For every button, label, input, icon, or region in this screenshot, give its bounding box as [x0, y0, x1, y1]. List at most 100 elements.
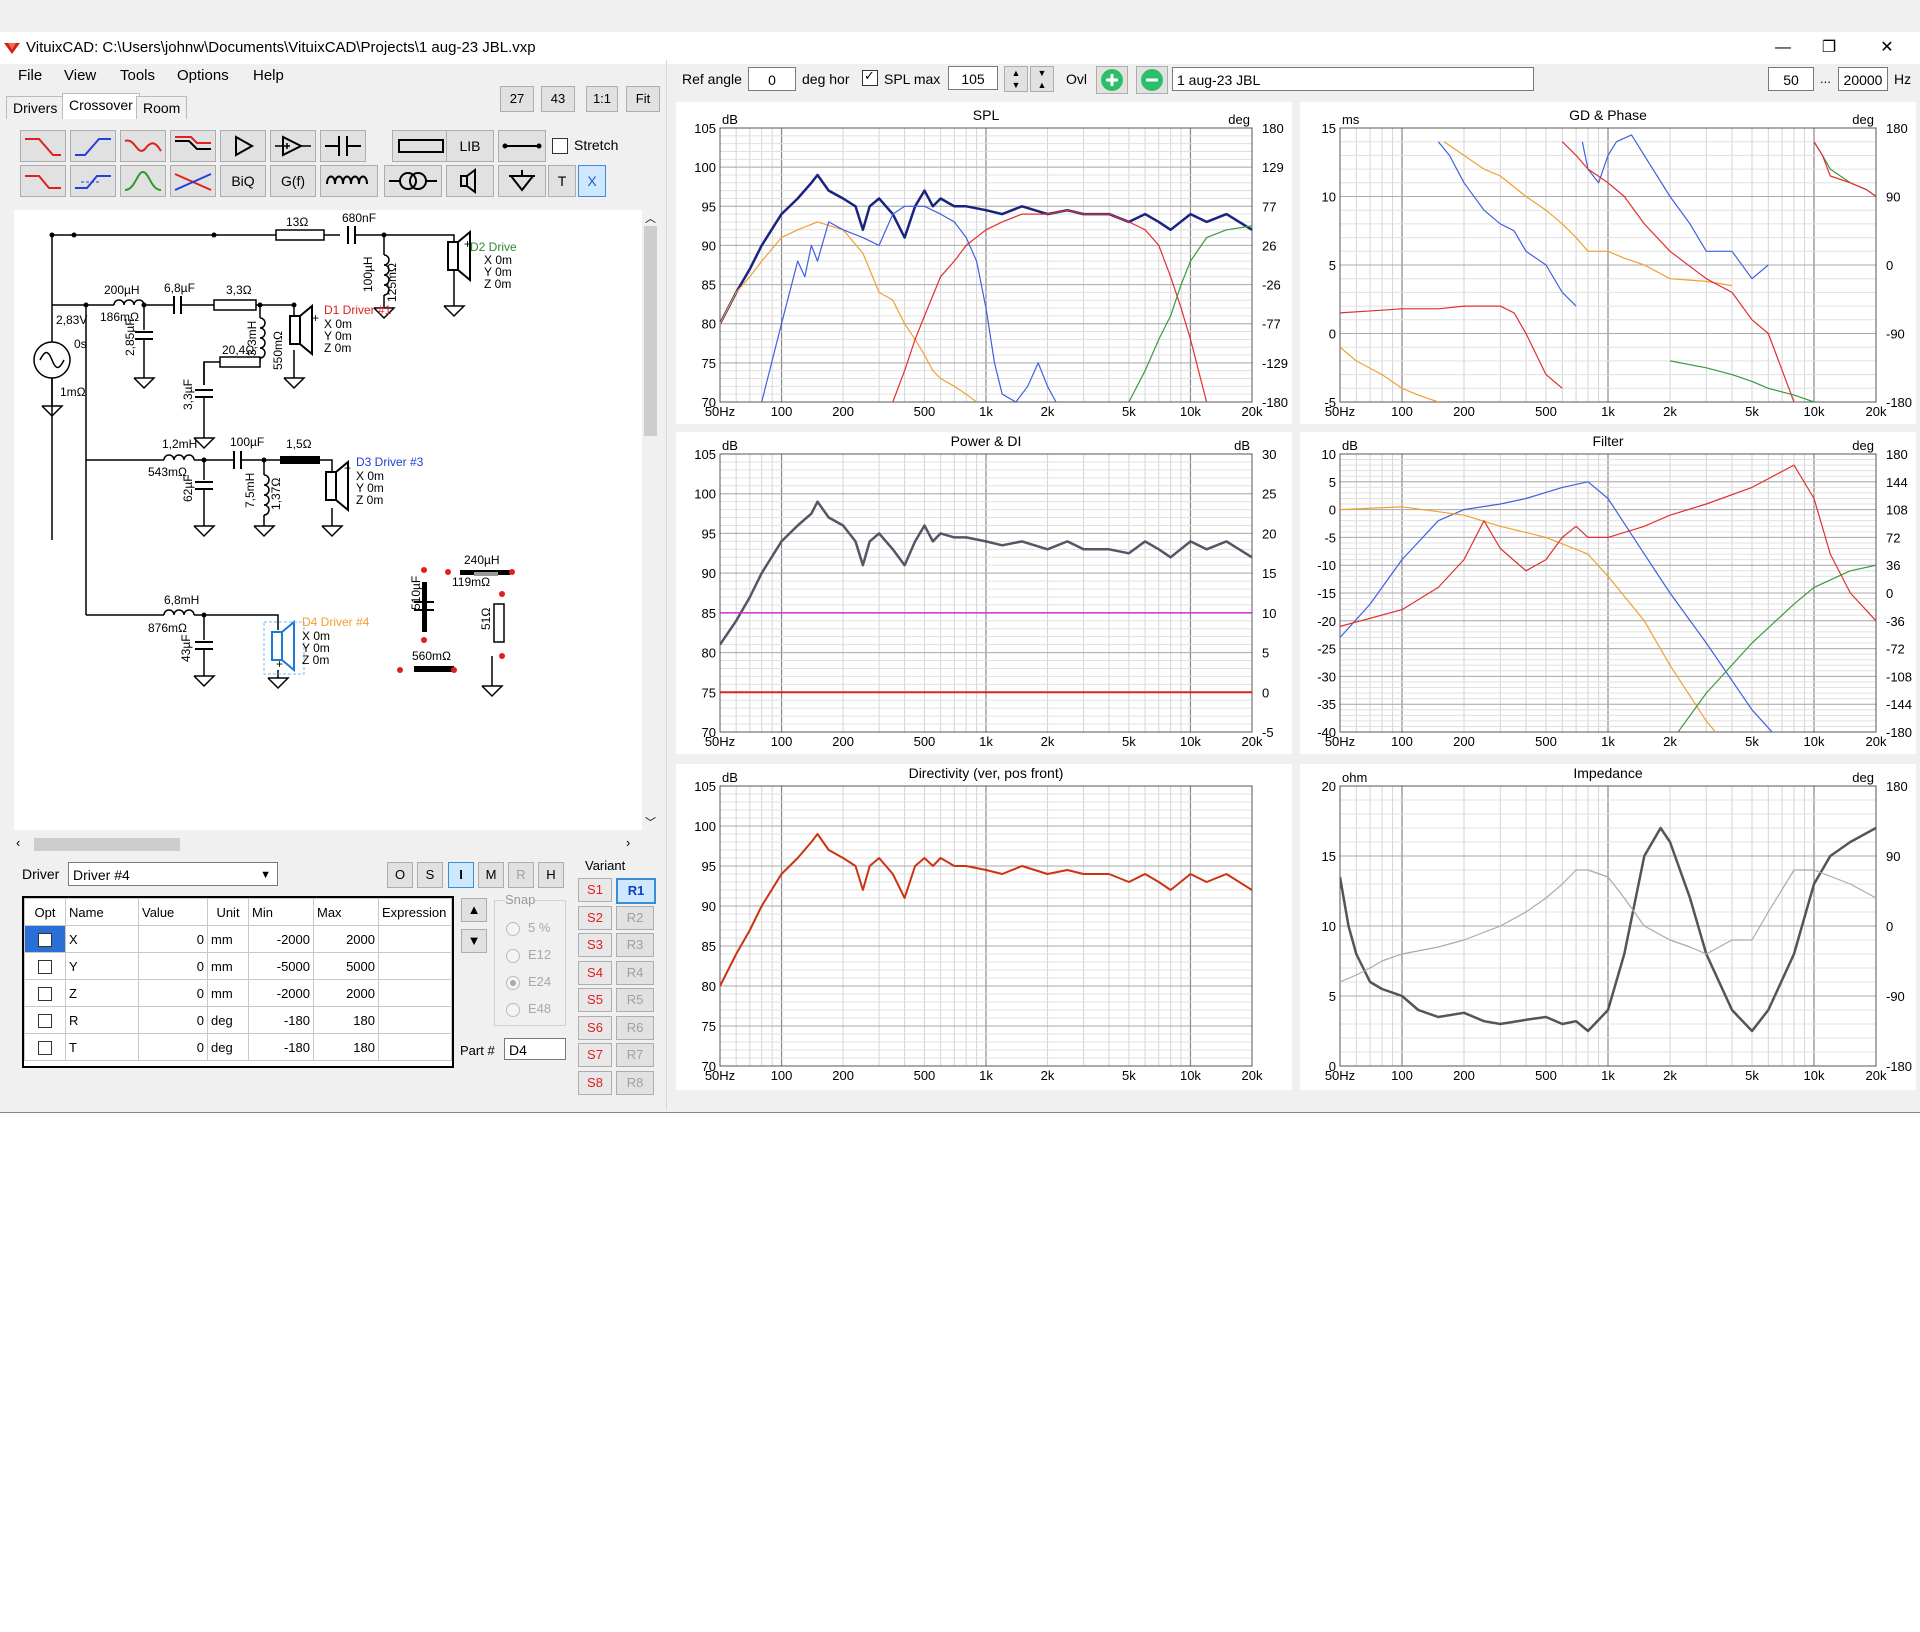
checkbox[interactable] — [38, 1040, 52, 1055]
opt-checkbox[interactable] — [24, 952, 66, 980]
minimize-button[interactable]: — — [1760, 34, 1806, 62]
table-row[interactable]: T 0 deg -180 180 — [24, 1033, 452, 1061]
freq-max-input[interactable]: 20000 — [1838, 67, 1888, 91]
terminal-dot[interactable] — [451, 667, 457, 673]
close-button[interactable]: ✕ — [1864, 34, 1910, 62]
param-min[interactable]: -2000 — [248, 925, 314, 953]
resistor-tool[interactable] — [392, 130, 450, 162]
param-max[interactable]: 5000 — [313, 952, 379, 980]
resistor[interactable] — [275, 229, 325, 241]
table-row[interactable]: R 0 deg -180 180 — [24, 1006, 452, 1034]
param-max[interactable]: 180 — [313, 1006, 379, 1034]
chart-filter[interactable]: Filter dB deg 10 5 0 -5 -10 -15 -20 -25 -30 -35 -40 18… — [1300, 432, 1916, 754]
zoom-fit-button[interactable]: Fit — [626, 86, 660, 112]
variant-r-button[interactable]: R7 — [616, 1043, 654, 1067]
spl-max-checkbox[interactable]: ✓ — [862, 68, 878, 86]
param-value[interactable]: 0 — [138, 925, 208, 953]
table-row[interactable]: Y 0 mm -5000 5000 — [24, 952, 452, 980]
scroll-down-icon[interactable]: ﹀ — [645, 814, 656, 830]
horizontal-scroll-thumb[interactable] — [34, 838, 180, 851]
terminal-dot[interactable] — [421, 637, 427, 643]
variant-s-button[interactable]: S5 — [578, 988, 612, 1012]
delete-tool[interactable]: X — [578, 165, 606, 197]
capacitor[interactable] — [347, 226, 356, 244]
chart-directivity[interactable]: Directivity (ver, pos front) dB 105 100 95 90… — [676, 764, 1292, 1090]
highpass-filter-tool[interactable] — [70, 130, 116, 162]
resistor[interactable] — [219, 356, 261, 368]
variant-r-button[interactable]: R1 — [616, 878, 656, 904]
checkbox[interactable] — [38, 1013, 52, 1028]
chart-spl[interactable]: SPL dB deg 105 100 95 90 85 80 75 70 180 129 77 26 -26-… — [676, 102, 1292, 424]
vertical-scroll-thumb[interactable] — [644, 226, 657, 436]
snap-radio[interactable] — [506, 1003, 520, 1017]
chart-canvas[interactable]: SPLdB deg1051009590858075701801297726-26-… — [676, 102, 1292, 424]
chart-canvas[interactable]: GD & Phasems deg151050-5180900-90-18050Hz… — [1300, 102, 1916, 424]
notch-filter-tool[interactable] — [170, 165, 216, 197]
param-max[interactable]: 2000 — [313, 979, 379, 1007]
shelf-filter-tool[interactable] — [170, 130, 216, 162]
variant-s-button[interactable]: S1 — [578, 878, 612, 902]
capacitor[interactable] — [233, 451, 242, 469]
param-expression[interactable] — [378, 952, 452, 980]
tab-room[interactable]: Room — [136, 96, 188, 119]
scroll-left-icon[interactable]: ‹ — [16, 835, 20, 850]
terminal-dot[interactable] — [499, 591, 505, 597]
param-expression[interactable] — [378, 1006, 452, 1034]
scroll-right-icon[interactable]: › — [626, 835, 630, 850]
inductor[interactable] — [113, 299, 145, 306]
highpass-1st-tool[interactable] — [70, 165, 116, 197]
param-min[interactable]: -180 — [248, 1033, 314, 1061]
amplifier-tool[interactable] — [270, 130, 316, 162]
spl-max-input[interactable]: 105 — [948, 66, 998, 90]
opt-checkbox[interactable] — [24, 979, 66, 1007]
menu-view[interactable]: View — [64, 67, 96, 84]
zoom-1to1-button[interactable]: 1:1 — [586, 86, 618, 112]
bandpass-filter-tool[interactable] — [120, 165, 166, 197]
variant-s-button[interactable]: S7 — [578, 1043, 612, 1067]
part-number-input[interactable]: D4 — [504, 1038, 566, 1060]
param-expression[interactable] — [378, 979, 452, 1007]
variant-s-button[interactable]: S4 — [578, 960, 612, 985]
param-expression[interactable] — [378, 1033, 452, 1061]
transfer-function-tool[interactable]: G(f) — [270, 165, 316, 197]
snap-radio[interactable] — [506, 949, 520, 963]
param-max[interactable]: 2000 — [313, 925, 379, 953]
schematic-horizontal-scrollbar[interactable]: ‹ › — [14, 835, 642, 853]
lowpass-1st-tool[interactable] — [20, 165, 66, 197]
capacitor[interactable] — [173, 296, 182, 314]
param-value[interactable]: 0 — [138, 952, 208, 980]
biquad-tool[interactable]: BiQ — [220, 165, 266, 197]
variant-r-button[interactable]: R2 — [616, 905, 654, 930]
variant-s-button[interactable]: S6 — [578, 1015, 612, 1040]
terminal-dot[interactable] — [397, 667, 403, 673]
param-min[interactable]: -180 — [248, 1006, 314, 1034]
checkbox[interactable] — [38, 986, 52, 1001]
mode-s-button[interactable]: S — [417, 862, 443, 888]
terminal-dot[interactable] — [509, 569, 515, 575]
terminal-dot[interactable] — [499, 653, 505, 659]
move-up-button[interactable]: ▲ — [461, 898, 487, 922]
library-tool[interactable]: LIB — [446, 130, 494, 162]
tab-crossover[interactable]: Crossover — [62, 93, 140, 119]
opt-checkbox[interactable] — [24, 1006, 66, 1034]
param-expression[interactable] — [378, 925, 452, 953]
scroll-up-icon[interactable]: ︿ — [645, 210, 656, 226]
capacitor[interactable] — [135, 331, 153, 340]
chart-canvas[interactable]: FilterdB deg1050-5-10-15-20-25-30-35-4018… — [1300, 432, 1916, 754]
variant-r-button[interactable]: R6 — [616, 1015, 654, 1040]
transformer-tool[interactable] — [384, 165, 442, 197]
variant-r-button[interactable]: R3 — [616, 933, 654, 957]
table-row[interactable]: X 0 mm -2000 2000 — [24, 925, 452, 953]
driver-select[interactable]: Driver #4 ▼ — [68, 862, 278, 886]
variant-r-button[interactable]: R8 — [616, 1070, 654, 1095]
param-value[interactable]: 0 — [138, 1033, 208, 1061]
menu-help[interactable]: Help — [253, 67, 284, 84]
resistor-selected[interactable] — [414, 666, 454, 672]
chart-canvas[interactable]: Directivity (ver, pos front) dB 105 100 95 90… — [676, 764, 1292, 1090]
zoom-27-button[interactable]: 27 — [500, 86, 534, 112]
param-max[interactable]: 180 — [313, 1033, 379, 1061]
menu-options[interactable]: Options — [177, 67, 229, 84]
checkbox[interactable] — [38, 959, 52, 974]
param-value[interactable]: 0 — [138, 979, 208, 1007]
zoom-43-button[interactable]: 43 — [541, 86, 575, 112]
